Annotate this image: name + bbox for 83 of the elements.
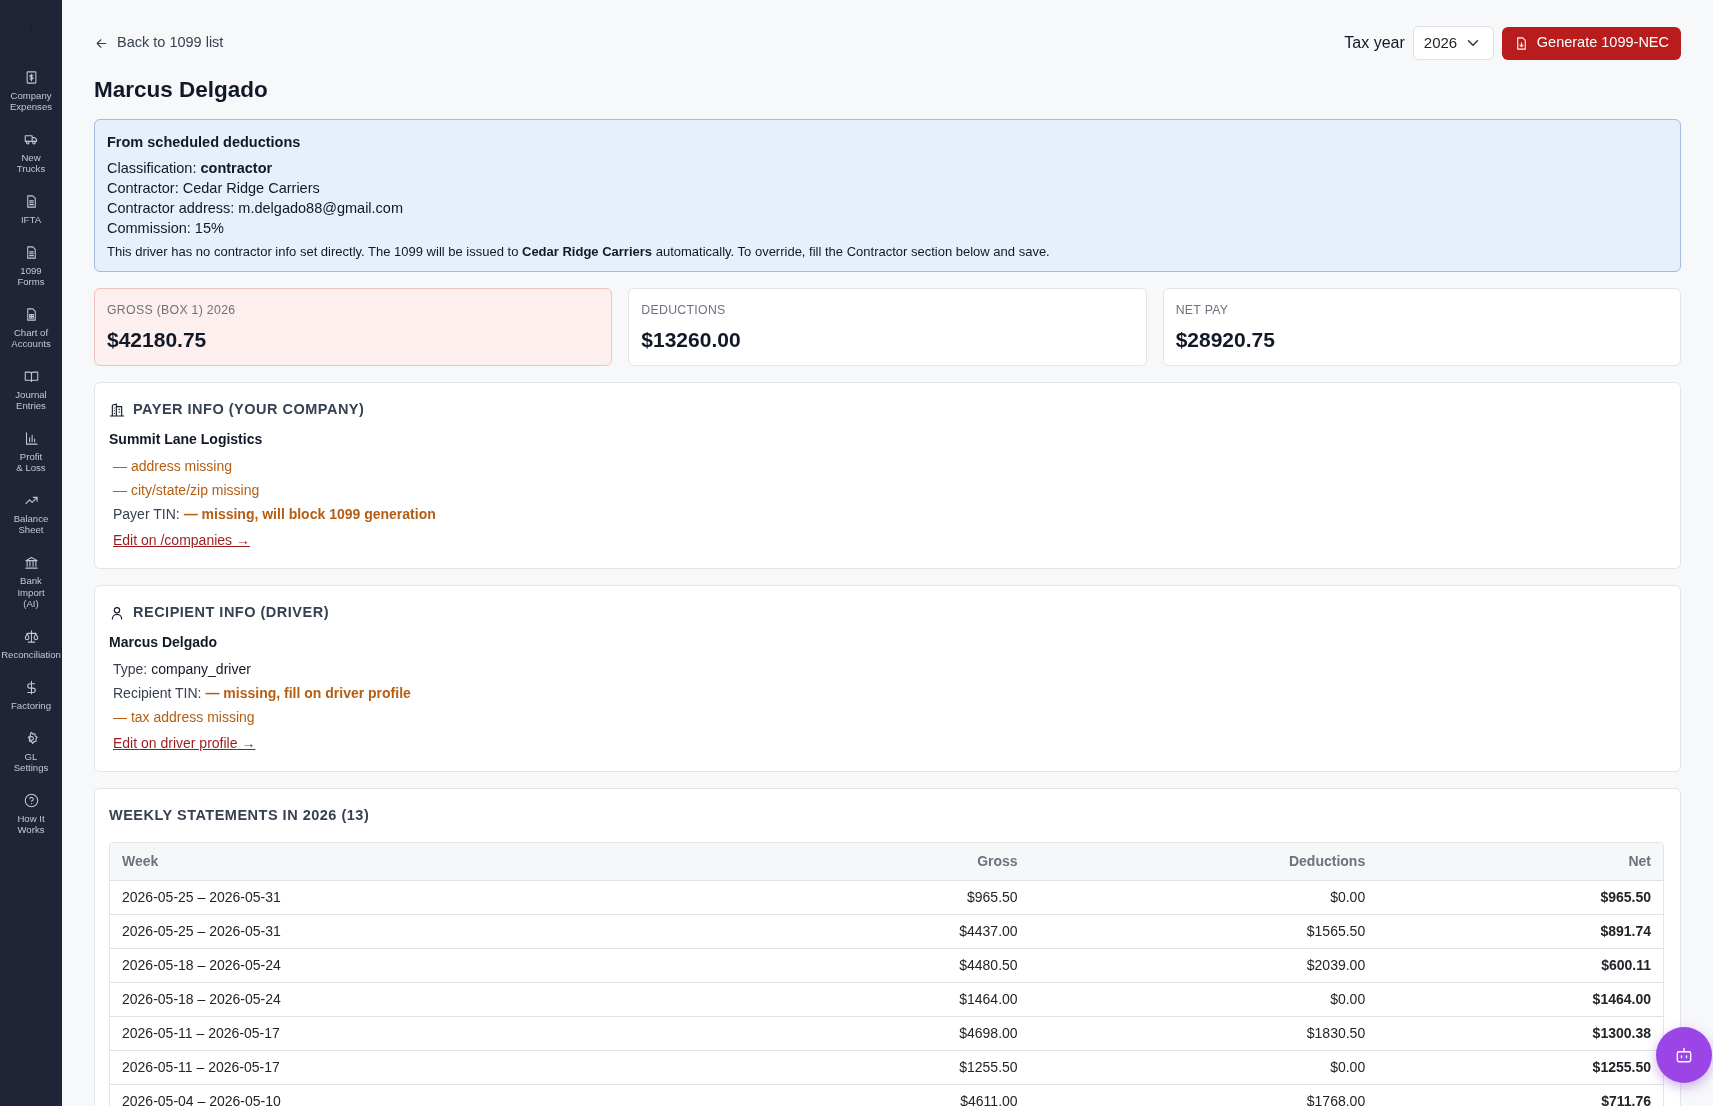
generate-button[interactable]: Generate 1099-NEC (1501, 26, 1681, 60)
table-cell: $891.74 (1377, 914, 1663, 949)
name-text: Marcus Delgado (109, 632, 219, 652)
table-cell: 2026-05-11 – 2026-05-17 (110, 1050, 744, 1085)
page-title: Marcus Delgado (94, 76, 269, 103)
section-heading: RECIPIENT INFO (DRIVER) (133, 602, 329, 622)
field-value: — missing, fill on driver profile (205, 683, 411, 703)
warning-text: — city/state/zip missing (112, 480, 261, 500)
bank-icon (23, 555, 39, 571)
info-line: Classification: contractor (107, 158, 274, 178)
table-cell: $0.00 (1029, 880, 1378, 915)
warning-text: — tax address missing (112, 707, 256, 727)
assistant-button[interactable] (1656, 1027, 1712, 1083)
table-cell: $2039.00 (1029, 948, 1378, 983)
sidebar-item[interactable]: IFTA (0, 184, 62, 236)
back-link[interactable]: Back to 1099 list (94, 32, 224, 54)
stat-label: GROSS (BOX 1) 2026 (107, 302, 237, 320)
info-note: This driver has no contractor info set directly. The 1099 will be issued to Cedar Ridge Carriers automatically. To override, fill the Contractor section below and save. (107, 242, 1051, 261)
table-cell: 2026-05-18 – 2026-05-24 (110, 948, 744, 983)
sidebar-item[interactable]: Factoring (0, 669, 62, 721)
stat-value: $28920.75 (1175, 326, 1276, 353)
name-text: Summit Lane Logistics (109, 429, 264, 449)
table-cell: $1830.50 (1029, 1016, 1378, 1051)
sidebar-item[interactable]: How It Works (0, 782, 62, 845)
section-heading: WEEKLY STATEMENTS IN 2026 (13) (109, 805, 371, 825)
field-label: Recipient TIN: (113, 683, 202, 703)
stat-value: $13260.00 (641, 326, 742, 353)
bar-chart-icon (23, 431, 39, 447)
robot-icon (1674, 1045, 1694, 1065)
warning-text: — address missing (112, 456, 234, 476)
column-header: Gross (743, 843, 1030, 881)
table-cell: 2026-05-18 – 2026-05-24 (110, 982, 744, 1017)
sidebar-item[interactable]: New Trucks (0, 122, 62, 185)
building-icon (109, 402, 125, 419)
table-cell: $1464.00 (743, 982, 1030, 1017)
column-header: Week (110, 843, 744, 881)
tax-year-select[interactable]: 2026 (1412, 26, 1494, 60)
sidebar-item[interactable]: Profit & Loss (0, 421, 62, 484)
sidebar-item[interactable]: 1099 Forms (0, 235, 62, 298)
info-line: Contractor address: m.delgado88@gmail.com (107, 198, 404, 218)
sidebar-item[interactable]: Bank Import (AI) (0, 545, 62, 619)
sidebar-item[interactable]: Company Expenses (0, 60, 62, 123)
tax-year-label: Tax year (1344, 33, 1405, 53)
column-header: Deductions (1029, 843, 1378, 881)
person-icon (109, 604, 125, 621)
info-line: Commission: 15% (107, 218, 225, 238)
info-heading: From scheduled deductions (107, 133, 302, 152)
table-cell: $1255.50 (743, 1050, 1030, 1085)
table-cell: $4480.50 (743, 948, 1030, 983)
field-value: company_driver (151, 659, 251, 679)
book-icon (23, 369, 39, 385)
field-label: Payer TIN: (113, 504, 180, 524)
sidebar-item[interactable]: Balance Sheet (0, 483, 62, 546)
table-cell: $600.11 (1377, 948, 1663, 983)
edit-link[interactable]: Edit on /companies → (109, 525, 250, 554)
table-cell: $965.50 (743, 880, 1030, 915)
section-heading: PAYER INFO (YOUR COMPANY) (133, 400, 365, 420)
field-value: — missing, will block 1099 generation (183, 504, 436, 524)
sidebar-item[interactable]: Chart of Accounts (0, 297, 62, 360)
scale-icon (23, 628, 39, 644)
table-cell: $1565.50 (1029, 914, 1378, 949)
table-cell: 2026-05-04 – 2026-05-10 (110, 1084, 744, 1106)
help-icon (23, 792, 39, 808)
table-cell: $4698.00 (743, 1016, 1030, 1051)
stat-label: NET PAY (1175, 302, 1230, 320)
sidebar-item[interactable]: Reconciliation (0, 618, 62, 670)
table-cell: 2026-05-25 – 2026-05-31 (110, 914, 744, 949)
table-cell: $965.50 (1377, 880, 1663, 915)
stat-label: DEDUCTIONS (641, 302, 727, 320)
column-header: Net (1377, 843, 1663, 881)
table-cell: $0.00 (1029, 982, 1378, 1017)
info-line: Contractor: Cedar Ridge Carriers (107, 178, 321, 198)
table-cell: 2026-05-25 – 2026-05-31 (110, 880, 744, 915)
sidebar-item[interactable]: Journal Entries (0, 359, 62, 422)
stat-value: $42180.75 (107, 326, 208, 353)
table-cell: $0.00 (1029, 1050, 1378, 1085)
table-cell: 2026-05-11 – 2026-05-17 (110, 1016, 744, 1051)
field-label: Type: (113, 659, 148, 679)
receipt-icon (23, 70, 39, 85)
table-cell: $1464.00 (1377, 982, 1663, 1017)
table-cell: $4437.00 (743, 914, 1030, 949)
edit-link[interactable]: Edit on driver profile → (109, 728, 256, 757)
sidebar-item[interactable]: GL Settings (0, 720, 62, 783)
